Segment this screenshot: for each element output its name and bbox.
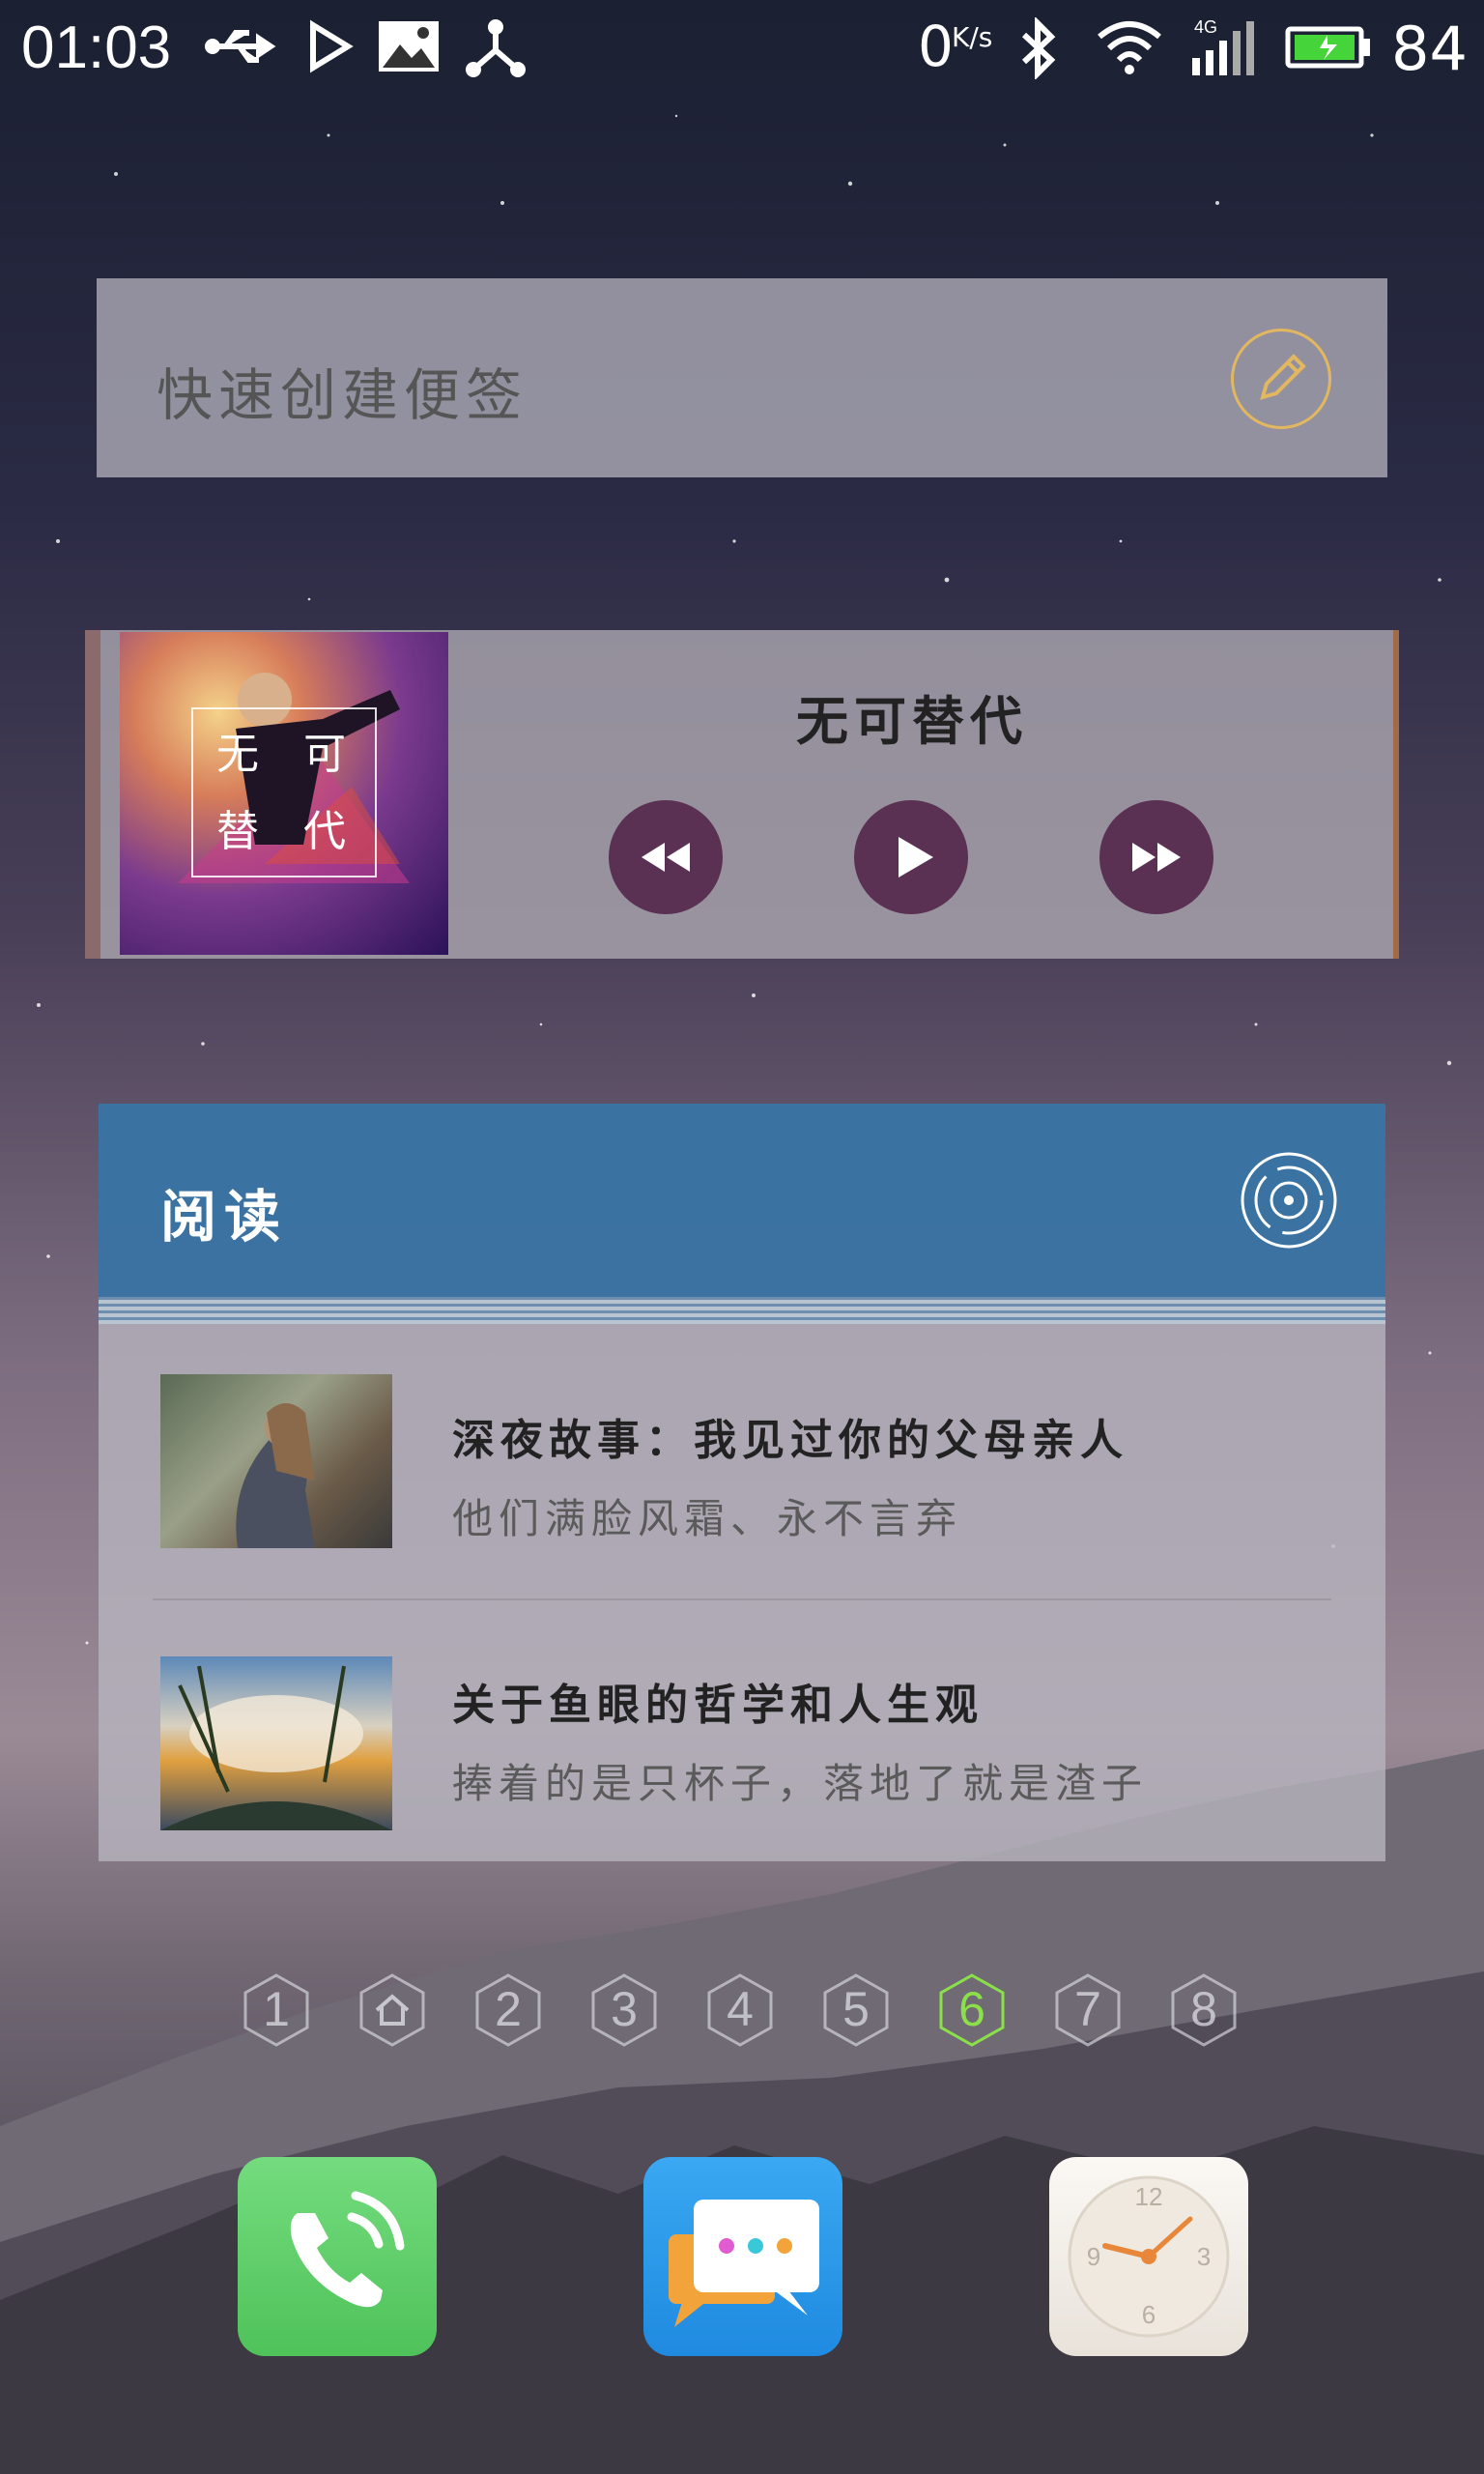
wifi-icon — [1096, 17, 1163, 79]
next-button[interactable] — [1099, 800, 1213, 914]
usb-icon — [203, 17, 284, 79]
page-dot-5[interactable]: 5 — [821, 1971, 891, 2049]
page-dot-4[interactable]: 4 — [705, 1971, 775, 2049]
clock-number: 9 — [1087, 2242, 1100, 2271]
article-title: 关于鱼眼的哲学和人生观 — [452, 1681, 984, 1730]
page-dot-label: 8 — [1190, 1982, 1217, 2036]
clock-number: 12 — [1135, 2182, 1163, 2211]
song-title: 无可替代 — [796, 690, 1028, 752]
play-icon — [899, 837, 933, 877]
page-dot-6-active[interactable]: 6 — [937, 1971, 1007, 2049]
reading-title: 阅读 — [160, 1184, 289, 1250]
reading-header-lines — [99, 1297, 1385, 1324]
clock-number: 6 — [1142, 2300, 1156, 2329]
next-icon — [1132, 843, 1181, 872]
radar-icon — [1241, 1152, 1337, 1249]
page-dot-label: 4 — [727, 1982, 754, 2036]
article-divider — [153, 1598, 1331, 1600]
net-speed: 0 — [918, 14, 954, 79]
page-dot-home[interactable] — [357, 1971, 427, 2049]
article-item[interactable]: 关于鱼眼的哲学和人生观 捧着的是只杯子，落地了就是渣子 — [99, 1606, 1385, 1877]
article-title: 深夜故事：我见过你的父母亲人 — [452, 1416, 1128, 1465]
page-dot-7[interactable]: 7 — [1053, 1971, 1123, 2049]
net-speed-unit: K/s — [952, 21, 993, 53]
page-dot-label: 5 — [842, 1982, 870, 2036]
signal-icon: 4G — [1188, 17, 1262, 83]
previous-button[interactable] — [609, 800, 723, 914]
page-dot-label: 1 — [263, 1982, 290, 2036]
refresh-button[interactable] — [1239, 1150, 1339, 1251]
page-dot-label: 2 — [495, 1982, 522, 2036]
page-dot-1[interactable]: 1 — [242, 1971, 311, 2049]
message-bubble-icon — [669, 2200, 819, 2327]
home-icon — [359, 1973, 425, 2047]
music-widget: 无 可 替 代 无可替代 — [85, 630, 1399, 959]
page-dot-label: 3 — [611, 1982, 638, 2036]
quick-note-widget[interactable]: 快速创建便签 — [97, 278, 1387, 477]
image-icon — [377, 17, 441, 79]
article-thumbnail — [160, 1374, 392, 1548]
page-dot-label: 7 — [1074, 1982, 1101, 2036]
page-dot-8[interactable]: 8 — [1169, 1971, 1239, 2049]
clock-app[interactable]: 12 3 6 9 — [1049, 2157, 1248, 2356]
page-dot-3[interactable]: 3 — [589, 1971, 659, 2049]
messages-app[interactable] — [643, 2157, 842, 2356]
play-store-icon — [305, 17, 354, 79]
pencil-icon — [1260, 354, 1306, 400]
reading-header[interactable]: 阅读 — [99, 1104, 1385, 1297]
reading-widget: 阅读 深夜故事：我见过你的父母亲人 他们满脸风霜、永不言弃 关于鱼眼的哲学和人生… — [99, 1104, 1385, 1861]
clock-number: 3 — [1197, 2242, 1211, 2271]
battery-icon — [1285, 17, 1372, 79]
page-indicator: 1 2 3 4 5 6 7 8 — [242, 1971, 1246, 2049]
article-thumbnail — [160, 1656, 392, 1830]
battery-percent: 84 — [1391, 14, 1468, 84]
article-item[interactable]: 深夜故事：我见过你的父母亲人 他们满脸风霜、永不言弃 — [99, 1326, 1385, 1597]
share-icon — [464, 17, 528, 83]
status-time: 01:03 — [21, 14, 172, 81]
album-text-4: 代 — [303, 807, 346, 856]
album-text-3: 替 — [216, 807, 259, 856]
status-bar: 01:03 0 K/s 4G 84 — [0, 0, 1484, 97]
phone-icon — [290, 2191, 405, 2308]
page-dot-2[interactable]: 2 — [473, 1971, 543, 2049]
quick-note-button[interactable] — [1231, 329, 1331, 429]
clock-icon: 12 3 6 9 — [1068, 2175, 1230, 2338]
page-dot-label: 6 — [958, 1982, 985, 2036]
phone-app[interactable] — [238, 2157, 437, 2356]
previous-icon — [642, 843, 690, 872]
article-subtitle: 捧着的是只杯子，落地了就是渣子 — [452, 1760, 1149, 1807]
network-type-label: 4G — [1194, 17, 1217, 37]
bluetooth-icon — [1014, 15, 1063, 83]
play-button[interactable] — [854, 800, 968, 914]
quick-note-label: 快速创建便签 — [157, 362, 528, 428]
article-subtitle: 他们满脸风霜、永不言弃 — [452, 1495, 963, 1542]
